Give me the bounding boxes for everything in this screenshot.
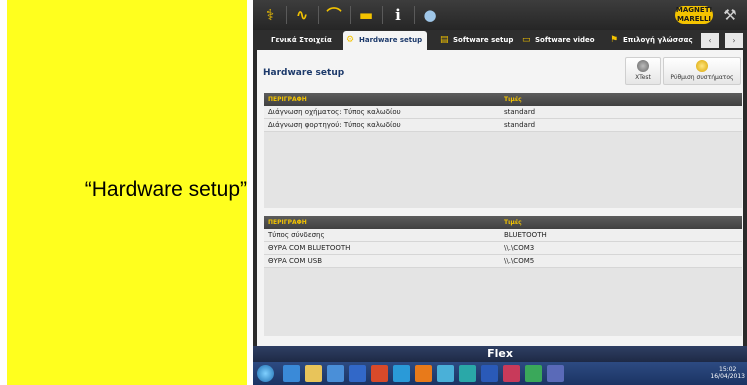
connection-table: ΠΕΡΙΓΡΑΦΗ Τιμές Τύπος σύνδεσης BLUETOOTH…: [264, 216, 742, 336]
firefox-icon[interactable]: [371, 365, 388, 382]
flex-label: Flex: [487, 347, 513, 360]
app-icon[interactable]: [349, 365, 366, 382]
vehicle-diagnosis-icon[interactable]: ⚕: [259, 5, 281, 25]
system-clock[interactable]: 15:02 16/04/2013: [710, 366, 745, 380]
tab-bar: Γενικά Στοιχεία ⚙ Hardware setup ▤ Softw…: [253, 30, 747, 50]
wireless-icon[interactable]: ⌒: [323, 5, 345, 25]
tab-software-setup[interactable]: ▤ Software setup: [437, 31, 515, 50]
video-icon: ▭: [522, 35, 531, 45]
signal-icon[interactable]: ∿: [291, 5, 313, 25]
tab-language[interactable]: ⚑ Επιλογή γλώσσας: [607, 31, 693, 50]
xtest-button[interactable]: XTest: [625, 57, 661, 85]
globe-icon[interactable]: ●: [419, 5, 441, 25]
xtest-icon: [637, 60, 649, 72]
system-settings-button[interactable]: Ρύθμιση συστήματος: [663, 57, 741, 85]
table-row[interactable]: ΘΥΡΑ COM BLUETOOTH \\.\COM3: [264, 242, 742, 255]
app-icon[interactable]: [525, 365, 542, 382]
tab-hardware-setup[interactable]: ⚙ Hardware setup: [343, 31, 427, 50]
system-settings-icon: [696, 60, 708, 72]
app-window: ⚕ ∿ ⌒ ▬ i ● MAGNETI MARELLI ⚒ Γενικά Στο…: [253, 0, 747, 385]
cable-type-table: ΠΕΡΙΓΡΑΦΗ Τιμές Διάγνωση οχήματος: Τύπος…: [264, 93, 742, 208]
media-icon[interactable]: [327, 365, 344, 382]
table-row[interactable]: Διάγνωση φορτηγού: Τύπος καλωδίου standa…: [264, 119, 742, 132]
caption-text: “Hardware setup”: [84, 178, 247, 201]
info-icon[interactable]: i: [387, 5, 409, 25]
tab-general-info[interactable]: Γενικά Στοιχεία: [255, 31, 343, 50]
table-row[interactable]: Διάγνωση οχήματος: Τύπος καλωδίου standa…: [264, 106, 742, 119]
folder-icon[interactable]: [305, 365, 322, 382]
table-header: ΠΕΡΙΓΡΑΦΗ Τιμές: [264, 216, 742, 229]
folder-icon[interactable]: ▬: [355, 5, 377, 25]
flag-icon: ⚑: [610, 35, 619, 45]
tab-software-video[interactable]: ▭ Software video: [519, 31, 599, 50]
start-button-icon[interactable]: [257, 365, 274, 382]
document-icon: ▤: [440, 35, 449, 45]
word-icon[interactable]: [481, 365, 498, 382]
left-panel: “Hardware setup”: [0, 0, 247, 385]
windows-taskbar: 15:02 16/04/2013: [253, 362, 747, 385]
flex-bar: Flex: [253, 346, 747, 362]
tab-scroll-right-button[interactable]: ›: [725, 33, 743, 48]
app-icon[interactable]: [503, 365, 520, 382]
app-icon[interactable]: [547, 365, 564, 382]
office-icon[interactable]: [415, 365, 432, 382]
browser-icon[interactable]: [283, 365, 300, 382]
tools-icon[interactable]: ⚒: [719, 4, 741, 26]
brand-logo: MAGNETI MARELLI: [675, 6, 713, 24]
top-toolbar: ⚕ ∿ ⌒ ▬ i ● MAGNETI MARELLI ⚒: [253, 0, 747, 30]
skype-icon[interactable]: [393, 365, 410, 382]
table-header: ΠΕΡΙΓΡΑΦΗ Τιμές: [264, 93, 742, 106]
hardware-icon: ⚙: [346, 35, 355, 45]
app-icon[interactable]: [459, 365, 476, 382]
table-row[interactable]: Τύπος σύνδεσης BLUETOOTH: [264, 229, 742, 242]
table-row[interactable]: ΘΥΡΑ COM USB \\.\COM5: [264, 255, 742, 268]
app-icon[interactable]: [437, 365, 454, 382]
content-panel: Hardware setup XTest Ρύθμιση συστήματος …: [257, 50, 743, 346]
tab-scroll-left-button[interactable]: ‹: [701, 33, 719, 48]
page-title: Hardware setup: [263, 68, 345, 78]
